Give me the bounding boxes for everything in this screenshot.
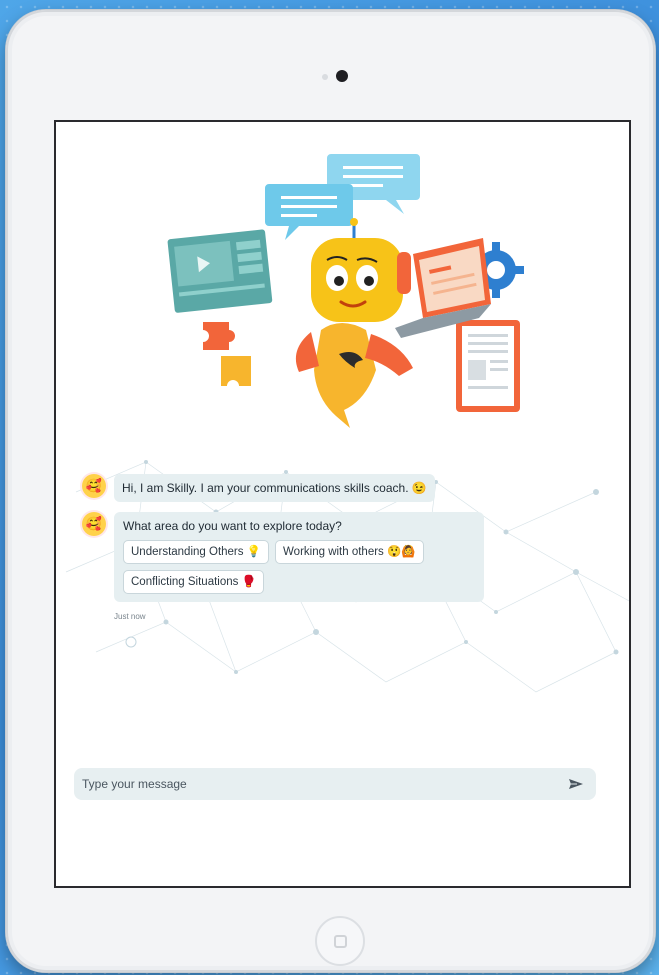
sensor-dot — [322, 74, 328, 80]
send-button[interactable] — [562, 770, 590, 798]
chat-screen: 🥰 Hi, I am Skilly. I am your communicati… — [54, 120, 631, 888]
bot-avatar: 🥰 — [82, 474, 106, 498]
puzzle-icon — [203, 322, 251, 386]
message-timestamp: Just now — [114, 612, 146, 621]
robot-coach-illustration — [167, 154, 524, 428]
quick-reply-options: Understanding Others 💡 Working with othe… — [123, 540, 475, 594]
robot-mascot — [295, 218, 413, 428]
bot-avatar: 🥰 — [82, 512, 106, 536]
bot-message-question: 🥰 What area do you want to explore today… — [82, 512, 484, 602]
home-button[interactable] — [315, 916, 365, 966]
question-text: What area do you want to explore today? — [123, 519, 342, 533]
bot-message-greeting: 🥰 Hi, I am Skilly. I am your communicati… — [82, 474, 435, 502]
question-bubble: What area do you want to explore today? … — [114, 512, 484, 602]
option-working-with-others[interactable]: Working with others 😲🙆 — [275, 540, 424, 564]
message-input[interactable] — [74, 767, 562, 801]
home-button-icon — [334, 935, 347, 948]
option-conflicting-situations[interactable]: Conflicting Situations 🥊 — [123, 570, 264, 594]
document-icon — [456, 320, 520, 412]
option-understanding-others[interactable]: Understanding Others 💡 — [123, 540, 270, 564]
camera-icon — [336, 70, 348, 82]
video-player-icon — [167, 229, 273, 313]
greeting-bubble: Hi, I am Skilly. I am your communication… — [114, 474, 435, 502]
send-icon — [569, 779, 583, 789]
message-composer — [74, 767, 596, 801]
speech-bubble-icon — [265, 184, 353, 240]
tablet-frame: 🥰 Hi, I am Skilly. I am your communicati… — [6, 10, 655, 972]
